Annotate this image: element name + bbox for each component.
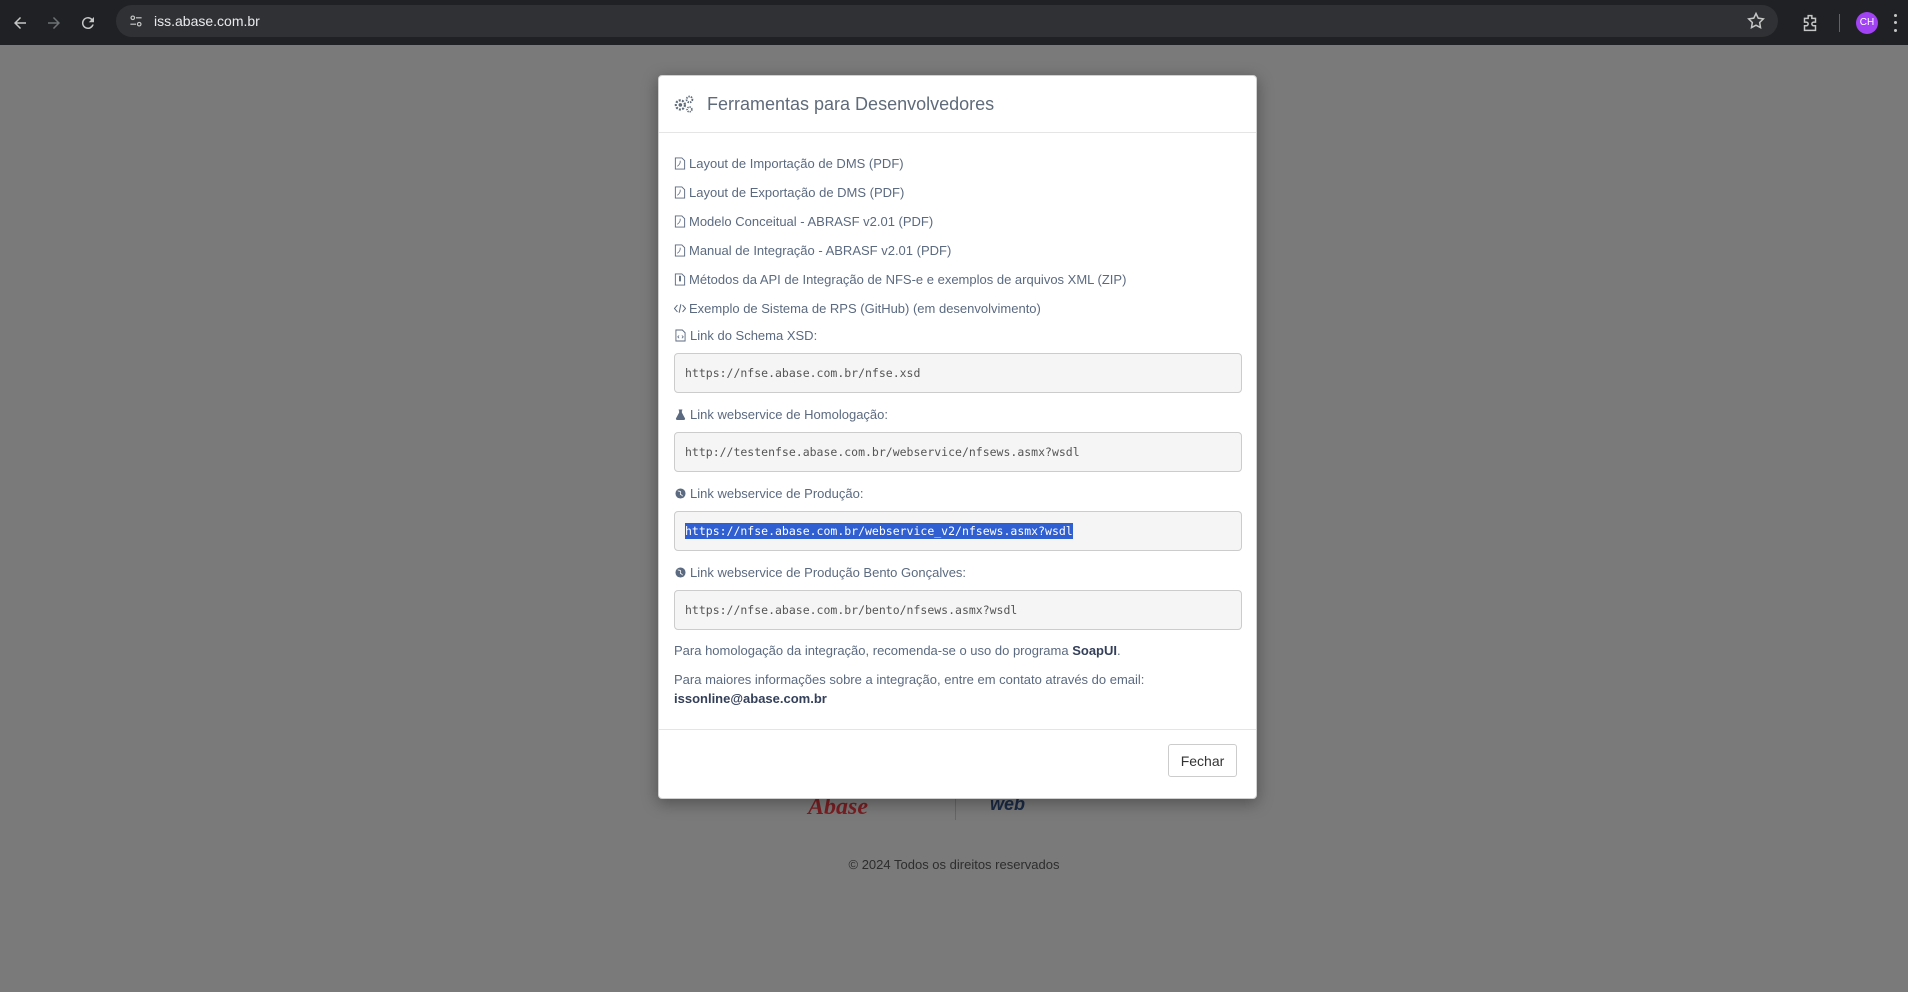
site-settings-icon[interactable] <box>126 11 146 31</box>
link-manual-integracao[interactable]: Manual de Integração - ABRASF v2.01 (PDF… <box>674 236 1241 265</box>
code-icon <box>674 302 686 316</box>
forward-arrow-icon <box>48 16 60 29</box>
modal-header: Ferramentas para Desenvolvedores <box>659 76 1256 133</box>
homologacao-field[interactable]: http://testenfse.abase.com.br/webservice… <box>674 432 1242 472</box>
schema-xsd-label: Link do Schema XSD: <box>674 326 1241 344</box>
browser-toolbar: iss.abase.com.br CH <box>0 0 1908 45</box>
link-label[interactable]: Layout de Exportação de DMS (PDF) <box>689 185 904 200</box>
link-label[interactable]: Exemplo de Sistema de RPS (GitHub) (em d… <box>689 301 1041 316</box>
reload-button[interactable] <box>74 9 102 37</box>
file-code-icon <box>674 329 687 342</box>
close-button[interactable]: Fechar <box>1168 744 1237 777</box>
flask-icon <box>674 408 687 421</box>
link-modelo-conceitual[interactable]: Modelo Conceitual - ABRASF v2.01 (PDF) <box>674 207 1241 236</box>
contact-info: Para maiores informações sobre a integra… <box>674 672 1145 706</box>
cogs-icon <box>674 95 694 113</box>
copyright-text: © 2024 Todos os direitos reservados <box>848 857 1060 872</box>
back-arrow-icon <box>14 16 26 29</box>
file-pdf-icon <box>674 157 686 171</box>
homologacao-label: Link webservice de Homologação: <box>674 405 1241 423</box>
producao-field[interactable]: https://nfse.abase.com.br/webservice_v2/… <box>674 511 1242 551</box>
modal-footer: Fechar <box>659 729 1256 798</box>
bookmark-star-icon[interactable] <box>1746 11 1766 31</box>
url-text[interactable]: iss.abase.com.br <box>154 13 260 29</box>
field-value[interactable]: https://nfse.abase.com.br/bento/nfsews.a… <box>685 603 1017 617</box>
browser-menu-icon[interactable] <box>1892 13 1898 32</box>
document-links: Layout de Importação de DMS (PDF) Layout… <box>674 149 1241 323</box>
link-rps-github[interactable]: Exemplo de Sistema de RPS (GitHub) (em d… <box>674 294 1241 323</box>
file-pdf-icon <box>674 186 686 200</box>
reload-icon <box>81 16 94 29</box>
contact-email[interactable]: issonline@abase.com.br <box>674 691 827 706</box>
link-label[interactable]: Layout de Importação de DMS (PDF) <box>689 156 904 171</box>
schema-xsd-field[interactable]: https://nfse.abase.com.br/nfse.xsd <box>674 353 1242 393</box>
developer-tools-modal: Ferramentas para Desenvolvedores Layout … <box>658 75 1257 799</box>
link-dms-export[interactable]: Layout de Exportação de DMS (PDF) <box>674 178 1241 207</box>
extensions-puzzle-icon[interactable] <box>1799 12 1821 34</box>
globe-icon <box>674 487 687 500</box>
address-bar[interactable]: iss.abase.com.br <box>116 5 1778 37</box>
modal-title: Ferramentas para Desenvolvedores <box>707 93 995 114</box>
modal-body: Layout de Importação de DMS (PDF) Layout… <box>659 133 1256 708</box>
toolbar-divider <box>1839 13 1840 32</box>
producao-bento-field[interactable]: https://nfse.abase.com.br/bento/nfsews.a… <box>674 590 1242 630</box>
link-api-metodos[interactable]: Métodos da API de Integração de NFS-e e … <box>674 265 1241 294</box>
back-button[interactable] <box>6 9 34 37</box>
file-zip-icon <box>674 273 686 287</box>
link-dms-import[interactable]: Layout de Importação de DMS (PDF) <box>674 149 1241 178</box>
producao-label: Link webservice de Produção: <box>674 484 1241 502</box>
link-label[interactable]: Manual de Integração - ABRASF v2.01 (PDF… <box>689 243 951 258</box>
profile-avatar[interactable]: CH <box>1856 11 1878 34</box>
soapui-name: SoapUI <box>1072 643 1117 658</box>
soapui-recommendation: Para homologação da integração, recomend… <box>674 643 1121 658</box>
forward-button[interactable] <box>40 9 68 37</box>
file-pdf-icon <box>674 215 686 229</box>
producao-bento-label: Link webservice de Produção Bento Gonçal… <box>674 563 1241 581</box>
field-value[interactable]: https://nfse.abase.com.br/nfse.xsd <box>685 366 920 380</box>
globe-icon <box>674 566 687 579</box>
file-pdf-icon <box>674 244 686 258</box>
link-label[interactable]: Métodos da API de Integração de NFS-e e … <box>689 272 1126 287</box>
link-label[interactable]: Modelo Conceitual - ABRASF v2.01 (PDF) <box>689 214 933 229</box>
field-value-selected[interactable]: https://nfse.abase.com.br/webservice_v2/… <box>685 523 1073 539</box>
field-value[interactable]: http://testenfse.abase.com.br/webservice… <box>685 445 1080 459</box>
